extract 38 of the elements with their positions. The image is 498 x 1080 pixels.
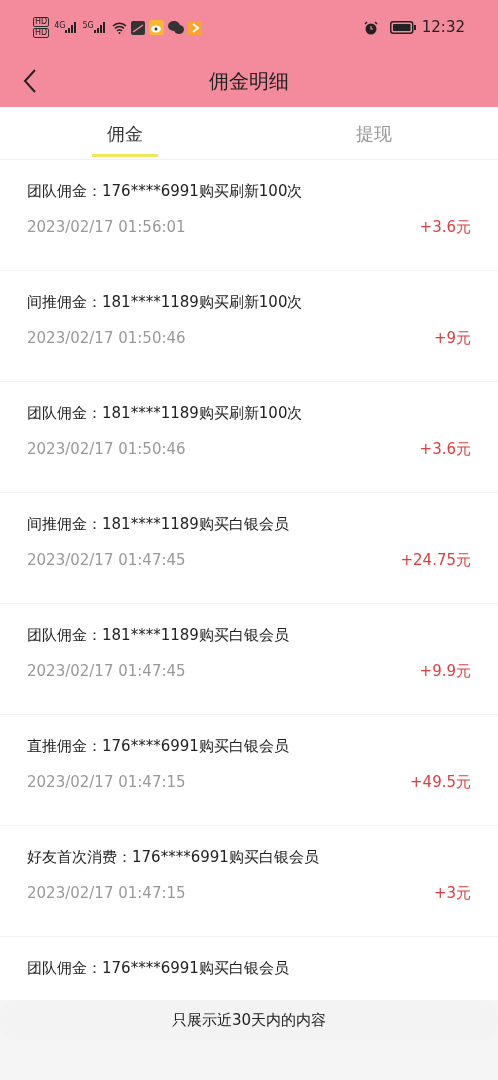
play-icon xyxy=(187,20,202,35)
record-time: 2023/02/17 01:47:45 xyxy=(27,549,186,571)
record-title: 团队佣金：176****6991购买刷新100次 xyxy=(27,181,304,202)
clock-time: 12:32 xyxy=(421,17,465,39)
notice-text: 只展示近30天内的内容 xyxy=(171,1009,327,1031)
wifi-icon xyxy=(111,21,127,34)
record-title: 间推佣金：181****1189购买刷新100次 xyxy=(27,292,304,313)
record-time: 2023/02/17 01:50:46 xyxy=(27,438,186,460)
record-amount: +9元 xyxy=(433,327,471,349)
record-amount: +3.6元 xyxy=(419,216,471,238)
record-amount: +24.75元 xyxy=(400,549,471,571)
record-amount: +49.5元 xyxy=(410,771,471,793)
record-time: 2023/02/17 01:47:45 xyxy=(27,660,186,682)
record-amount: +9.9元 xyxy=(419,660,471,682)
record-time: 2023/02/17 01:47:15 xyxy=(27,771,186,793)
chat-icon xyxy=(167,21,184,34)
record-time: 2023/02/17 01:56:01 xyxy=(27,216,186,238)
page-title: 佣金明细 xyxy=(209,68,289,95)
hd-badge: HD xyxy=(33,28,50,38)
record-time: 2023/02/17 01:47:15 xyxy=(27,882,186,904)
hd-badge: HD xyxy=(33,17,50,27)
record-title: 直推佣金：176****6991购买白银会员 xyxy=(27,736,290,757)
record-title: 团队佣金：176****6991购买白银会员 xyxy=(27,958,290,979)
record-title: 团队佣金：181****1189购买刷新100次 xyxy=(27,403,304,424)
record-amount: +3元 xyxy=(433,882,471,904)
signal-icon xyxy=(65,22,78,33)
record-time: 2023/02/17 01:50:46 xyxy=(27,327,186,349)
battery-icon xyxy=(389,21,416,34)
record-title: 好友首次消费：176****6991购买白银会员 xyxy=(27,847,320,868)
signal-icon xyxy=(93,22,106,33)
gallery-icon xyxy=(130,20,145,35)
network-label: 4G xyxy=(54,22,66,30)
network-label: 5G xyxy=(82,22,94,30)
tab[interactable]: 佣金 xyxy=(0,107,249,159)
record-title: 间推佣金：181****1189购买白银会员 xyxy=(27,514,290,535)
alarm-icon xyxy=(363,20,378,35)
record-title: 团队佣金：181****1189购买白银会员 xyxy=(27,625,290,646)
record-amount: +3.6元 xyxy=(419,438,471,460)
